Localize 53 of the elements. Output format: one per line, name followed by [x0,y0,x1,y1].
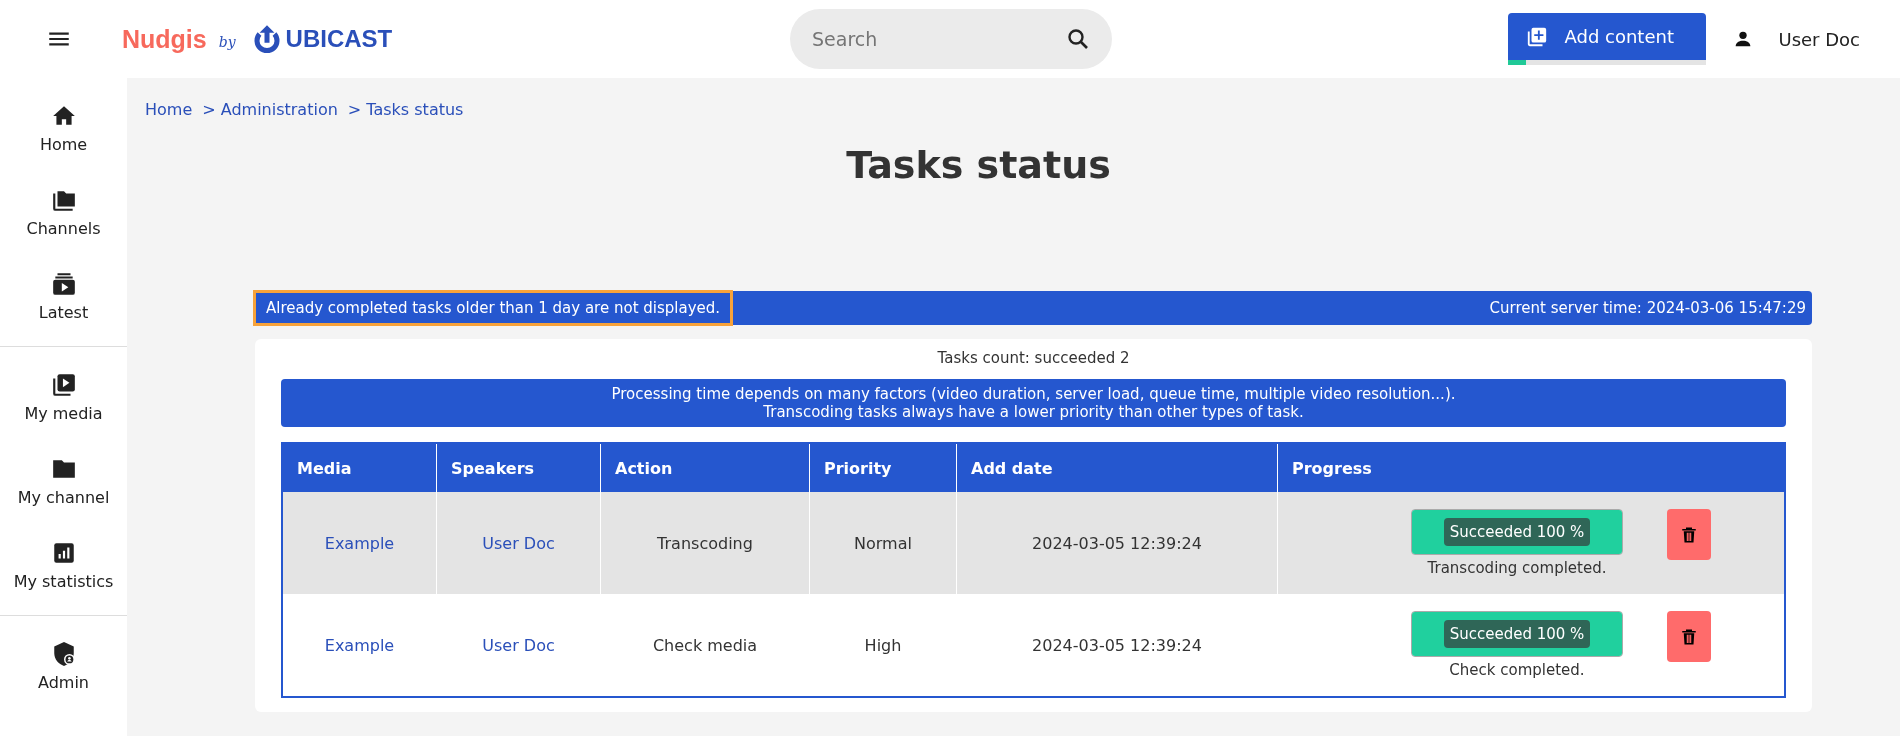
progress-label: Succeeded 100 % [1443,620,1591,648]
speaker-link[interactable]: User Doc [482,635,555,655]
delete-button[interactable] [1667,611,1711,662]
sidebar-item[interactable]: My channel [0,439,127,523]
sidebar-item[interactable]: Home [0,86,127,170]
sidebar-item[interactable]: My media [0,355,127,439]
column-header: Speakers [436,443,601,492]
add-content-button[interactable]: Add content [1508,13,1707,60]
sidebar-item[interactable]: Admin [0,624,127,708]
notice-text: Already completed tasks older than 1 day are not displayed. [253,290,734,326]
video-stack-icon [50,270,77,297]
video-library-icon [50,371,77,398]
breadcrumb-link[interactable]: > Tasks status [347,100,464,119]
task-row[interactable]: Example User Doc Check media High 2024-03-05 12:39:24 Succeeded 100 % Check completed. [282,594,1785,697]
column-header: Add date [956,443,1278,492]
search-icon[interactable] [1066,27,1090,51]
column-header: Action [600,443,810,492]
trash-icon [1680,627,1698,646]
delete-button[interactable] [1667,509,1711,560]
status-message: Transcoding completed. [1427,559,1607,577]
sidebar-item[interactable]: Channels [0,170,127,254]
priority-text: Normal [854,533,912,553]
priority-text: High [864,635,902,655]
progress-label: Succeeded 100 % [1443,518,1591,546]
search-field[interactable]: Search [790,9,1112,69]
user-name-link[interactable]: User Doc [1778,28,1860,50]
media-link[interactable]: Example [324,533,395,553]
speaker-link[interactable]: User Doc [482,533,555,553]
column-header: Progress [1277,443,1785,492]
sidebar-item[interactable]: My statistics [0,523,127,607]
column-header: Media [282,443,437,492]
tasks-count-text: Tasks count: succeeded 2 [936,349,1131,367]
date-text: 2024-03-05 12:39:24 [1032,635,1202,655]
sidebar-item[interactable]: Latest [0,254,127,338]
action-text: Check media [652,635,758,655]
task-row[interactable]: Example User Doc Transcoding Normal 2024-03-05 12:39:24 Succeeded 100 % Transcoding completed. [282,492,1785,594]
server-time-text: Current server time: 2024-03-06 15:47:29 [1489,299,1806,317]
page-title: Tasks status [845,143,1112,187]
column-header: Priority [809,443,957,492]
media-link[interactable]: Example [324,635,395,655]
company-logo-text: UBICAST [285,25,393,53]
date-text: 2024-03-05 12:39:24 [1032,533,1202,553]
upload-arrow-logo-icon [251,24,282,54]
add-to-library-icon [1526,25,1549,48]
breadcrumb-link[interactable]: > Administration [202,100,338,119]
status-message: Check completed. [1449,661,1585,679]
info-text: Transcoding tasks always have a lower priority than other types of task. [763,403,1304,421]
action-text: Transcoding [657,533,753,553]
info-text: Processing time depends on many factors (video duration, server load, queue time, multiple video resolution...). [611,385,1456,403]
logo-by-text: by [218,34,236,50]
breadcrumb-link[interactable]: Home [145,100,193,119]
brand-logo-text: Nudgis [122,24,207,54]
trash-icon [1680,525,1698,544]
